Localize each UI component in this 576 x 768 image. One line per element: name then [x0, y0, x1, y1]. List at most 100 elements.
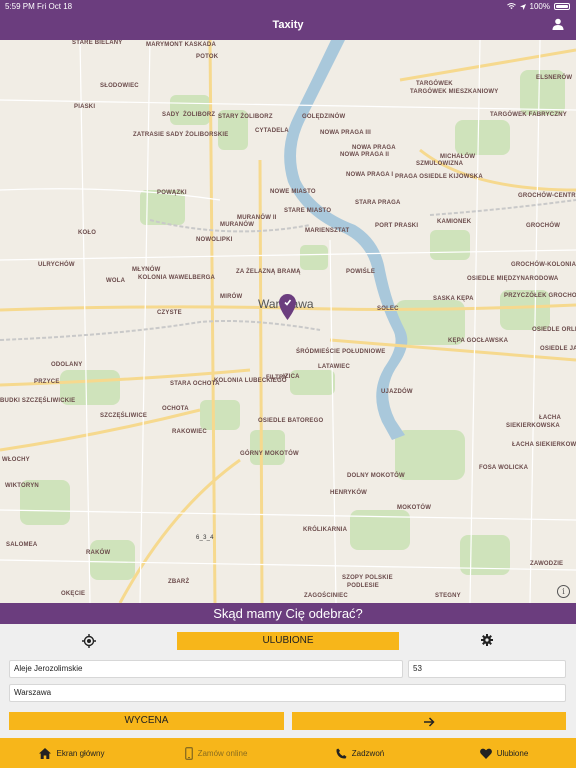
battery-percent: 100% [529, 2, 550, 11]
district-label: WIKTORYN [5, 483, 39, 489]
district-label: SIEKIERKOWSKA [506, 423, 560, 429]
district-label: SOLEC [377, 306, 399, 312]
district-label: SZMULOWIZNA [416, 161, 464, 167]
district-label: HENRYKÓW [330, 490, 368, 496]
district-label: MARIENSZTAT [305, 228, 350, 234]
app-header: 5:59 PM Fri Oct 18 100% Taxity [0, 0, 576, 40]
district-label: ŻOLIBORZ [183, 112, 216, 118]
district-label: SALOMEA [6, 542, 38, 548]
district-label: GOLĘDZINÓW [302, 114, 346, 120]
district-label: OSIEDLE MIĘDZYNARODOWA [467, 276, 559, 282]
city-input[interactable]: Warszawa [9, 684, 566, 702]
gear-icon[interactable] [481, 634, 493, 646]
user-icon[interactable] [552, 18, 564, 30]
wifi-icon [506, 3, 516, 10]
tab-call-label: Zadzwoń [351, 748, 385, 758]
battery-icon [554, 3, 570, 10]
district-label: RAKÓW [86, 550, 111, 556]
status-indicators: 100% [506, 2, 570, 11]
tab-order-online-label: Zamów online [197, 748, 248, 758]
district-label: ZBARŻ [168, 579, 190, 585]
home-icon [39, 747, 52, 759]
phone-call-icon [336, 748, 347, 759]
district-label: ODOLANY [51, 362, 83, 368]
district-label: FOSA WOLICKA [479, 465, 529, 471]
status-date: Fri Oct 18 [37, 2, 73, 11]
district-label: NOWE MIASTO [270, 189, 316, 195]
district-label: KRÓLIKARNIA [303, 527, 348, 533]
district-label: MURANÓW [220, 222, 255, 228]
district-label: SZOPY POLSKIE [342, 575, 393, 581]
district-label: LATAWIEC [318, 364, 351, 370]
district-label: OKĘCIE [61, 591, 86, 597]
district-label: TARGÓWEK [416, 81, 453, 87]
district-label: ELSNERÓW [536, 75, 573, 81]
district-label: STARY ŻOLIBORZ [218, 114, 273, 120]
crosshair-icon[interactable] [82, 634, 96, 648]
district-label: BUDKI SZCZĘŚLIWICKIE [0, 398, 76, 404]
district-label: GROCHÓW-KOLONIA [511, 262, 576, 268]
heart-icon [479, 748, 492, 759]
map-view[interactable]: Warszawa 6_3_4 STARE BIELANYMARYMONT KAS… [0, 40, 576, 603]
district-label: PORT PRASKI [375, 223, 419, 229]
status-time: 5:59 PM [5, 2, 35, 11]
district-label: KAMIONEK [437, 219, 472, 225]
district-label: NOWA PRAGA II [340, 152, 390, 158]
map-info-icon[interactable]: i [557, 585, 570, 598]
tab-order-online[interactable]: Zamów online [144, 738, 288, 768]
street-input[interactable]: Aleje Jerozolimskie [9, 660, 403, 678]
district-label: POTOK [196, 54, 219, 60]
favorites-button[interactable]: ULUBIONE [177, 632, 399, 650]
district-label: STARA OCHOTA [170, 381, 220, 387]
district-label: ZAGOŚCINIEC [304, 593, 348, 599]
district-label: RAKOWIEC [172, 429, 207, 435]
phone-device-icon [184, 746, 193, 760]
district-label: ZAWODZIE [530, 561, 564, 567]
district-label: PRZYCZÓŁEK GROCHOWSKI [504, 293, 576, 299]
map-pin-icon[interactable] [279, 294, 296, 320]
map-graphics [0, 40, 576, 603]
district-label: MŁYNÓW [132, 267, 161, 273]
address-form: ULUBIONE Aleje Jerozolimskie 53 Warszawa… [0, 624, 576, 738]
tab-home[interactable]: Ekran główny [0, 738, 144, 768]
district-label: KOŁO [78, 230, 97, 236]
arrow-right-icon [423, 716, 435, 727]
district-label: ŁACHA SIEKIERKOWSKA [512, 442, 576, 448]
district-label: TARGÓWEK MIESZKANIOWY [410, 89, 499, 95]
district-label: PRAGA OSIEDLE KIJOWSKA [395, 174, 483, 180]
district-label: STEGNY [435, 593, 461, 599]
district-label: POWIŚLE [346, 269, 376, 275]
app-title: Taxity [272, 19, 304, 31]
tab-favorites[interactable]: Ulubione [432, 738, 576, 768]
district-label: SZCZĘŚLIWICE [100, 413, 148, 419]
district-label: SŁODOWIEC [100, 83, 139, 89]
tab-call[interactable]: Zadzwoń [288, 738, 432, 768]
district-label: NOWOLIPKI [196, 237, 233, 243]
district-label: KOLONIA LUBECKIEGO [214, 378, 287, 384]
district-label: WŁOCHY [2, 457, 30, 463]
district-label: DOLNY MOKOTÓW [347, 473, 405, 479]
district-label: IZICA [283, 374, 300, 380]
district-label: MOKOTÓW [397, 505, 432, 511]
district-label: NOWA PRAGA III [320, 130, 372, 136]
tab-home-label: Ekran główny [56, 748, 105, 758]
next-button[interactable] [292, 712, 566, 730]
bottom-tab-bar: Ekran główny Zamów online Zadzwoń Ulubio… [0, 738, 576, 768]
district-label: STARA PRAGA [355, 200, 401, 206]
district-label: MARYMONT KASKADA [146, 42, 216, 48]
price-estimate-button[interactable]: WYCENA [9, 712, 284, 730]
district-label: ŚRÓDMIEŚCIE POŁUDNIOWE [296, 349, 386, 355]
house-number-input[interactable]: 53 [408, 660, 566, 678]
district-label: GROCHÓW-CENTRUM [518, 193, 576, 199]
district-label: PRZYCE [34, 379, 60, 385]
district-label: TARGÓWEK FABRYCZNY [490, 112, 567, 118]
district-label: STARE MIASTO [284, 208, 332, 214]
district-label: GÓRNY MOKOTÓW [240, 451, 299, 457]
district-label: OSIEDLE ORLIK [532, 327, 576, 333]
district-label: MURANÓW II [237, 215, 277, 221]
district-label: NOWA PRAGA [352, 145, 396, 151]
district-label: UJAZDÓW [381, 389, 413, 395]
district-label: ULRYCHÓW [38, 262, 75, 268]
district-label: SADY [162, 112, 180, 118]
district-label: ŁACHA [539, 415, 561, 421]
